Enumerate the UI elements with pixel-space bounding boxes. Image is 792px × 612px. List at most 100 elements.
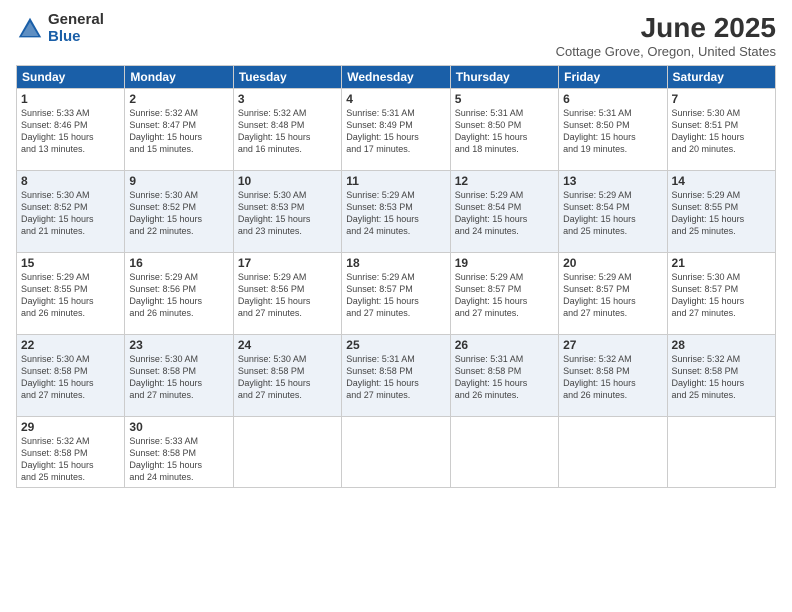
day-cell: 20Sunrise: 5:29 AM Sunset: 8:57 PM Dayli… [559,253,667,335]
location: Cottage Grove, Oregon, United States [556,44,776,59]
logo: General Blue [16,12,104,45]
day-info: Sunrise: 5:29 AM Sunset: 8:53 PM Dayligh… [346,189,445,238]
day-number: 20 [563,256,662,270]
day-cell: 1Sunrise: 5:33 AM Sunset: 8:46 PM Daylig… [17,89,125,171]
day-number: 22 [21,338,120,352]
day-info: Sunrise: 5:31 AM Sunset: 8:50 PM Dayligh… [563,107,662,156]
day-cell: 11Sunrise: 5:29 AM Sunset: 8:53 PM Dayli… [342,171,450,253]
day-number: 29 [21,420,120,434]
logo-icon [16,15,44,43]
day-number: 7 [672,92,771,106]
day-cell [667,417,775,488]
day-cell: 29Sunrise: 5:32 AM Sunset: 8:58 PM Dayli… [17,417,125,488]
header-cell-saturday: Saturday [667,66,775,89]
day-cell: 17Sunrise: 5:29 AM Sunset: 8:56 PM Dayli… [233,253,341,335]
day-cell: 4Sunrise: 5:31 AM Sunset: 8:49 PM Daylig… [342,89,450,171]
day-cell [233,417,341,488]
logo-blue-text: Blue [48,29,104,46]
day-info: Sunrise: 5:32 AM Sunset: 8:58 PM Dayligh… [21,435,120,484]
day-cell: 9Sunrise: 5:30 AM Sunset: 8:52 PM Daylig… [125,171,233,253]
day-number: 4 [346,92,445,106]
day-cell: 2Sunrise: 5:32 AM Sunset: 8:47 PM Daylig… [125,89,233,171]
day-number: 25 [346,338,445,352]
day-cell: 26Sunrise: 5:31 AM Sunset: 8:58 PM Dayli… [450,335,558,417]
day-info: Sunrise: 5:29 AM Sunset: 8:55 PM Dayligh… [672,189,771,238]
header-cell-wednesday: Wednesday [342,66,450,89]
day-number: 16 [129,256,228,270]
day-cell: 13Sunrise: 5:29 AM Sunset: 8:54 PM Dayli… [559,171,667,253]
day-info: Sunrise: 5:30 AM Sunset: 8:51 PM Dayligh… [672,107,771,156]
week-row-2: 15Sunrise: 5:29 AM Sunset: 8:55 PM Dayli… [17,253,776,335]
header-row: SundayMondayTuesdayWednesdayThursdayFrid… [17,66,776,89]
week-row-3: 22 Sunrise: 5:30 AM Sunset: 8:58 PM Dayli… [17,335,776,417]
day-info: Sunrise: 5:32 AM Sunset: 8:47 PM Dayligh… [129,107,228,156]
day-number: 18 [346,256,445,270]
day-number: 10 [238,174,337,188]
day-number: 9 [129,174,228,188]
day-info: Sunrise: 5:30 AM Sunset: 8:57 PM Dayligh… [672,271,771,320]
day-number: 6 [563,92,662,106]
header-cell-sunday: Sunday [17,66,125,89]
day-number: 15 [21,256,120,270]
day-number: 5 [455,92,554,106]
day-info: Sunrise: 5:32 AM Sunset: 8:58 PM Dayligh… [563,353,662,402]
day-number: 28 [672,338,771,352]
day-info: Sunrise: 5:32 AM Sunset: 8:58 PM Dayligh… [672,353,771,402]
day-cell: 14Sunrise: 5:29 AM Sunset: 8:55 PM Dayli… [667,171,775,253]
page: General Blue June 2025 Cottage Grove, Or… [0,0,792,612]
day-info: Sunrise: 5:29 AM Sunset: 8:57 PM Dayligh… [455,271,554,320]
day-cell: 24Sunrise: 5:30 AM Sunset: 8:58 PM Dayli… [233,335,341,417]
day-cell: 5Sunrise: 5:31 AM Sunset: 8:50 PM Daylig… [450,89,558,171]
day-cell [559,417,667,488]
day-cell: 10Sunrise: 5:30 AM Sunset: 8:53 PM Dayli… [233,171,341,253]
header-cell-monday: Monday [125,66,233,89]
day-info: Sunrise: 5:31 AM Sunset: 8:58 PM Dayligh… [346,353,445,402]
day-info: Sunrise: 5:29 AM Sunset: 8:56 PM Dayligh… [238,271,337,320]
day-info: Sunrise: 5:30 AM Sunset: 8:58 PM Dayligh… [238,353,337,402]
day-cell: 15Sunrise: 5:29 AM Sunset: 8:55 PM Dayli… [17,253,125,335]
day-info: Sunrise: 5:31 AM Sunset: 8:50 PM Dayligh… [455,107,554,156]
day-cell: 23Sunrise: 5:30 AM Sunset: 8:58 PM Dayli… [125,335,233,417]
day-number: 24 [238,338,337,352]
day-cell: 16Sunrise: 5:29 AM Sunset: 8:56 PM Dayli… [125,253,233,335]
day-cell: 22Sunrise: 5:30 AM Sunset: 8:58 PM Dayli… [17,335,125,417]
day-cell: 6Sunrise: 5:31 AM Sunset: 8:50 PM Daylig… [559,89,667,171]
day-number: 17 [238,256,337,270]
day-cell: 27Sunrise: 5:32 AM Sunset: 8:58 PM Dayli… [559,335,667,417]
day-info: Sunrise: 5:33 AM Sunset: 8:46 PM Dayligh… [21,107,120,156]
day-number: 2 [129,92,228,106]
week-row-0: 1Sunrise: 5:33 AM Sunset: 8:46 PM Daylig… [17,89,776,171]
day-info: Sunrise: 5:30 AM Sunset: 8:58 PM Dayligh… [129,353,228,402]
day-number: 8 [21,174,120,188]
week-row-1: 8Sunrise: 5:30 AM Sunset: 8:52 PM Daylig… [17,171,776,253]
day-cell: 19Sunrise: 5:29 AM Sunset: 8:57 PM Dayli… [450,253,558,335]
day-info: Sunrise: 5:29 AM Sunset: 8:54 PM Dayligh… [563,189,662,238]
logo-general-text: General [48,12,104,29]
day-number: 1 [21,92,120,106]
day-info: Sunrise: 5:29 AM Sunset: 8:56 PM Dayligh… [129,271,228,320]
day-info: Sunrise: 5:30 AM Sunset: 8:52 PM Dayligh… [21,189,120,238]
day-number: 26 [455,338,554,352]
day-info: Sunrise: 5:33 AM Sunset: 8:58 PM Dayligh… [129,435,228,484]
day-info: Sunrise: 5:31 AM Sunset: 8:49 PM Dayligh… [346,107,445,156]
day-cell: 21Sunrise: 5:30 AM Sunset: 8:57 PM Dayli… [667,253,775,335]
logo-text: General Blue [48,12,104,45]
day-cell: 18Sunrise: 5:29 AM Sunset: 8:57 PM Dayli… [342,253,450,335]
day-info: Sunrise: 5:29 AM Sunset: 8:55 PM Dayligh… [21,271,120,320]
day-number: 23 [129,338,228,352]
header-cell-tuesday: Tuesday [233,66,341,89]
day-info: Sunrise: 5:29 AM Sunset: 8:54 PM Dayligh… [455,189,554,238]
day-info: Sunrise: 5:31 AM Sunset: 8:58 PM Dayligh… [455,353,554,402]
day-cell: 3Sunrise: 5:32 AM Sunset: 8:48 PM Daylig… [233,89,341,171]
day-number: 27 [563,338,662,352]
day-number: 3 [238,92,337,106]
day-cell [450,417,558,488]
day-cell: 25Sunrise: 5:31 AM Sunset: 8:58 PM Dayli… [342,335,450,417]
day-info: Sunrise: 5:29 AM Sunset: 8:57 PM Dayligh… [346,271,445,320]
day-info: Sunrise: 5:30 AM Sunset: 8:53 PM Dayligh… [238,189,337,238]
day-number: 14 [672,174,771,188]
day-info: Sunrise: 5:29 AM Sunset: 8:57 PM Dayligh… [563,271,662,320]
day-number: 30 [129,420,228,434]
day-info: Sunrise: 5:32 AM Sunset: 8:48 PM Dayligh… [238,107,337,156]
title-block: June 2025 Cottage Grove, Oregon, United … [556,12,776,59]
